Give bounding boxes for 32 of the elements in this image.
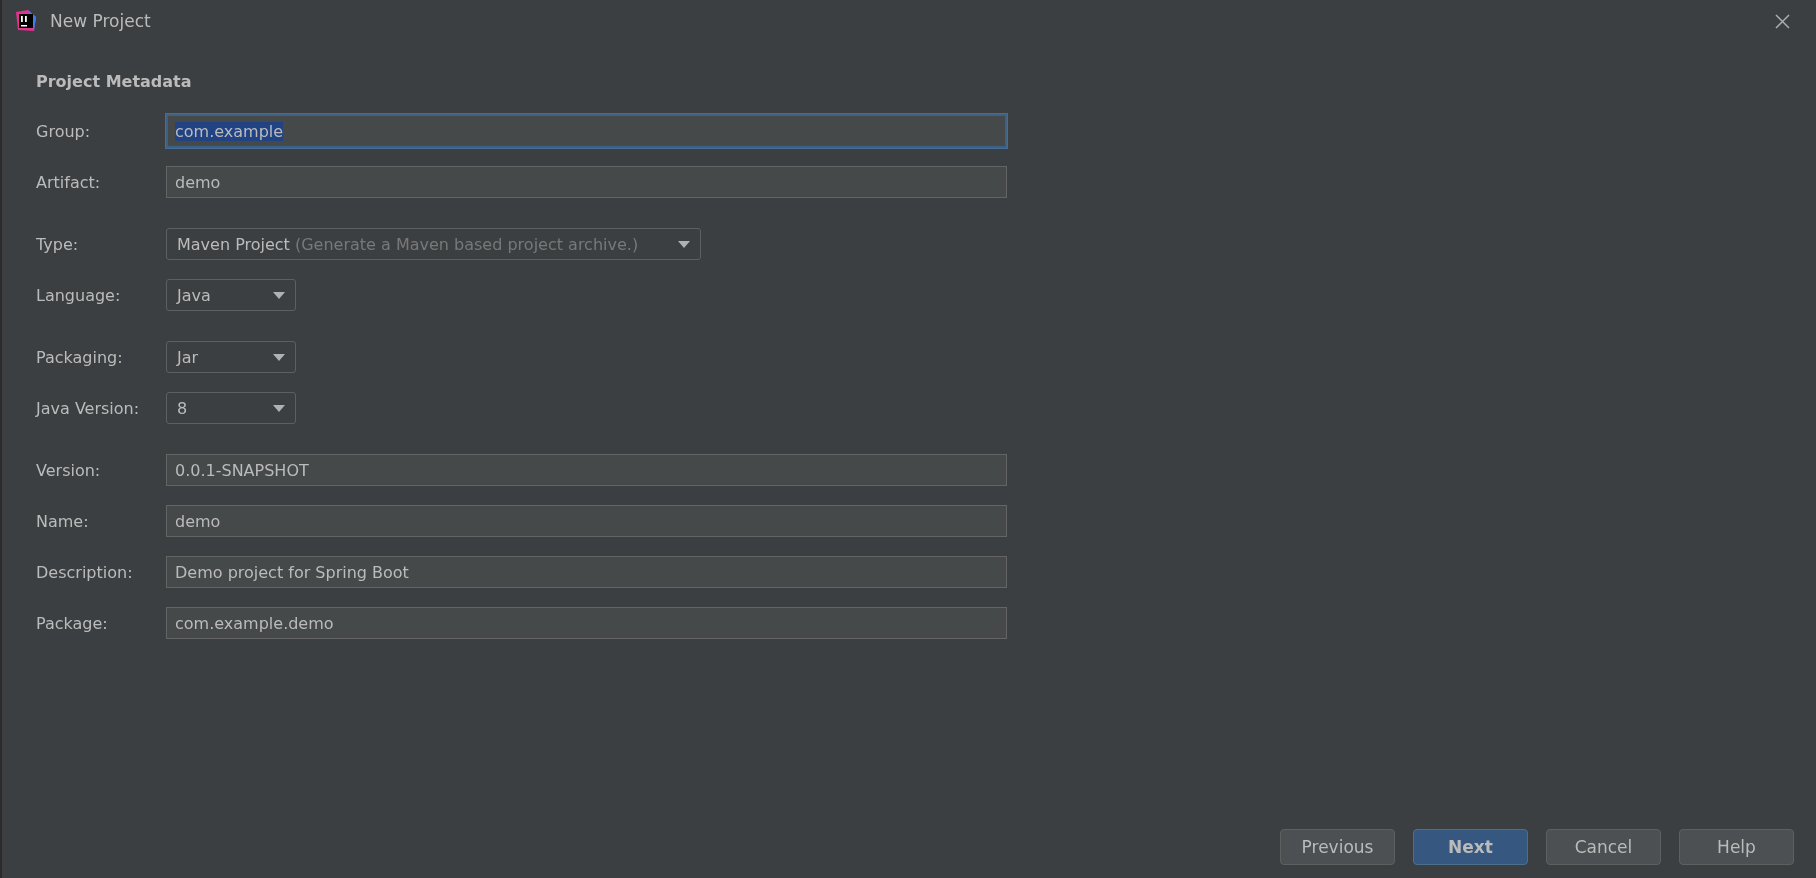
field-label: Name: (36, 511, 90, 531)
caret-icon (273, 404, 285, 412)
dialog-button[interactable]: Previous (1280, 829, 1395, 865)
field-label: Artifact: (36, 172, 102, 192)
field-label: Package: (36, 613, 109, 633)
window-title: New Project (50, 11, 151, 31)
input-field[interactable]: demo (166, 166, 1007, 198)
input-field[interactable]: com.example (166, 114, 1007, 148)
dialog-button[interactable]: Next (1413, 829, 1528, 865)
field-label: Java Version: (36, 398, 141, 418)
app-logo-icon (14, 9, 38, 33)
input-field[interactable]: Demo project for Spring Boot (166, 556, 1007, 588)
dropdown[interactable]: 8 (166, 392, 296, 424)
field-label: Language: (36, 285, 122, 305)
field-label: Group: (36, 121, 92, 141)
dropdown[interactable]: Jar (166, 341, 296, 373)
caret-icon (678, 240, 691, 248)
dialog-button[interactable]: Help (1679, 829, 1794, 865)
input-field[interactable]: demo (166, 505, 1007, 537)
caret-icon (273, 291, 285, 299)
field-label: Description: (36, 562, 134, 582)
input-field[interactable]: 0.0.1-SNAPSHOT (166, 454, 1007, 486)
close-icon[interactable] (1775, 13, 1790, 29)
field-label: Packaging: (36, 347, 124, 367)
caret-icon (273, 353, 285, 361)
dialog-button[interactable]: Cancel (1546, 829, 1661, 865)
field-label: Version: (36, 460, 102, 480)
dropdown[interactable]: Java (166, 279, 296, 311)
field-label: Type: (36, 234, 80, 254)
input-field[interactable]: com.example.demo (166, 607, 1007, 639)
section-heading: Project Metadata (36, 72, 193, 91)
dropdown[interactable]: Maven Project (Generate a Maven based project archive.) (166, 228, 702, 260)
